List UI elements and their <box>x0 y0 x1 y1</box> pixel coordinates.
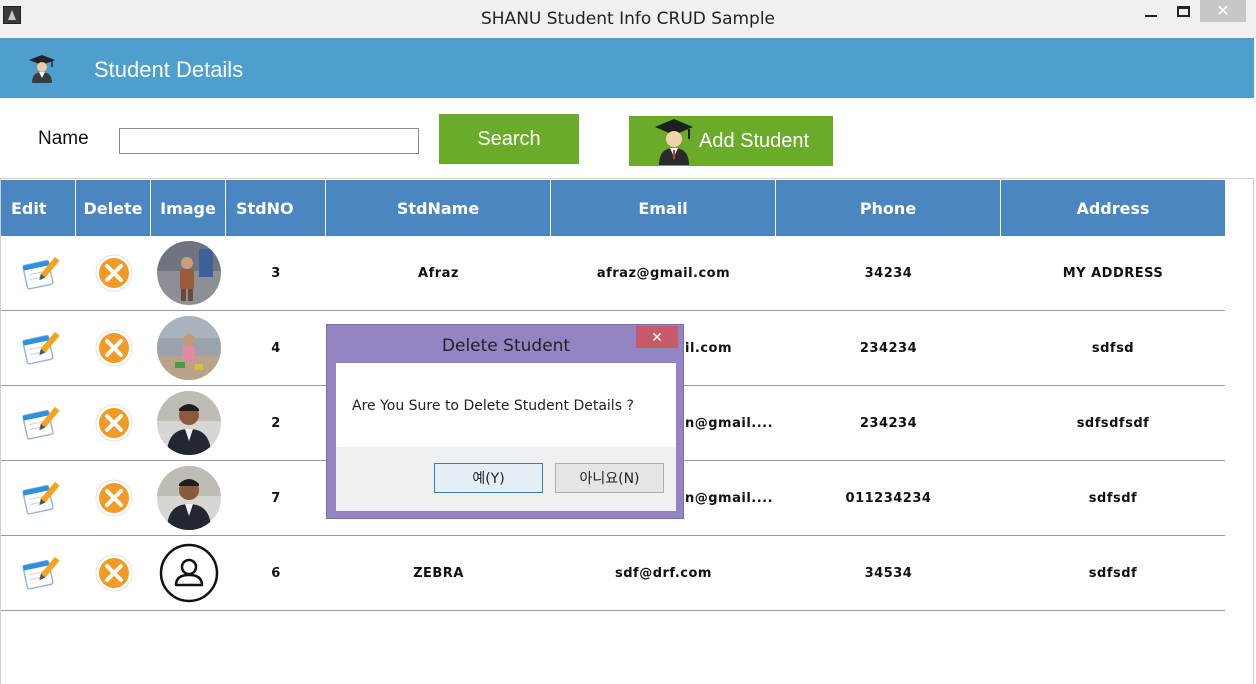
cell-phone: 34534 <box>864 565 913 581</box>
search-button[interactable]: Search <box>439 114 579 164</box>
dialog-title: Delete Student <box>441 336 571 356</box>
cell-email: sdf@drf.com <box>615 565 712 581</box>
col-header-image[interactable]: Image <box>151 180 226 236</box>
user-placeholder-icon <box>159 543 218 603</box>
edit-icon <box>21 256 60 290</box>
edit-icon <box>21 331 60 365</box>
delete-icon <box>95 479 132 517</box>
name-label: Name <box>38 128 89 149</box>
delete-icon <box>95 254 132 292</box>
col-header-delete[interactable]: Delete <box>76 180 151 236</box>
cell-phone: 234234 <box>859 415 918 431</box>
add-student-label: Add Student <box>699 129 810 152</box>
close-icon: ✕ <box>651 328 663 345</box>
cell-address: sdfsdf <box>1088 490 1138 506</box>
table-row: 6 ZEBRA sdf@drf.com 34534 sdfsdf <box>1 536 1225 611</box>
maximize-icon <box>1176 5 1190 17</box>
cell-stdno: 7 <box>271 490 281 506</box>
col-header-stdname[interactable]: StdName <box>326 180 551 236</box>
edit-icon <box>21 481 60 515</box>
name-search-input[interactable] <box>119 128 419 154</box>
delete-icon <box>95 404 132 442</box>
delete-button[interactable] <box>76 386 151 460</box>
dialog-message-area: Are You Sure to Delete Student Details ? <box>336 363 676 447</box>
dialog-yes-button[interactable]: 예(Y) <box>434 463 543 493</box>
minimize-button[interactable] <box>1136 0 1166 22</box>
col-header-stdno[interactable]: StdNO <box>226 180 326 236</box>
edit-button[interactable] <box>1 311 76 385</box>
student-photo <box>151 461 226 535</box>
edit-icon <box>21 556 60 590</box>
col-header-address[interactable]: Address <box>1001 180 1225 236</box>
edit-button[interactable] <box>1 386 76 460</box>
edit-button[interactable] <box>1 461 76 535</box>
close-icon: ✕ <box>1216 3 1230 20</box>
table-row: 3 Afraz afraz@gmail.com 34234 MY ADDRESS <box>1 236 1225 311</box>
delete-button[interactable] <box>76 536 151 610</box>
student-photo <box>151 311 226 385</box>
student-photo <box>151 536 226 610</box>
col-header-phone[interactable]: Phone <box>776 180 1001 236</box>
graduate-icon <box>655 119 693 165</box>
delete-button[interactable] <box>76 461 151 535</box>
cell-address: MY ADDRESS <box>1062 265 1164 281</box>
maximize-button[interactable] <box>1168 0 1198 22</box>
cell-email: afraz@gmail.com <box>596 265 731 281</box>
app-window: SHANU Student Info CRUD Sample ✕ Student… <box>0 0 1256 684</box>
close-button[interactable]: ✕ <box>1200 0 1246 22</box>
delete-button[interactable] <box>76 236 151 310</box>
title-bar: SHANU Student Info CRUD Sample ✕ <box>0 0 1256 38</box>
page-title: Student Details <box>94 57 244 82</box>
delete-button[interactable] <box>76 311 151 385</box>
cell-address: sdfsdfsdf <box>1076 415 1150 431</box>
cell-phone: 011234234 <box>845 490 932 506</box>
cell-stdname: ZEBRA <box>413 565 464 581</box>
window-title: SHANU Student Info CRUD Sample <box>480 9 776 29</box>
col-header-edit[interactable]: Edit <box>1 180 76 236</box>
edit-button[interactable] <box>1 236 76 310</box>
cell-address: sdfsd <box>1091 340 1135 356</box>
cell-stdno: 3 <box>271 265 281 281</box>
cell-address: sdfsdf <box>1088 565 1138 581</box>
photo-child-beach <box>156 316 221 380</box>
photo-man <box>156 391 221 455</box>
dialog-close-button[interactable]: ✕ <box>636 326 678 348</box>
cell-stdno: 4 <box>271 340 281 356</box>
delete-icon <box>95 554 132 592</box>
delete-icon <box>95 329 132 367</box>
cell-stdno: 6 <box>271 565 281 581</box>
cell-phone: 34234 <box>864 265 913 281</box>
cell-stdname: Afraz <box>418 265 459 281</box>
student-photo <box>151 236 226 310</box>
photo-child <box>156 241 221 305</box>
page-header: Student Details <box>0 38 1254 98</box>
edit-icon <box>21 406 60 440</box>
add-student-button[interactable]: Add Student <box>629 116 833 166</box>
dialog-no-button[interactable]: 아니요(N) <box>555 463 664 493</box>
grid-header: Edit Delete Image StdNO StdName Email Ph… <box>1 180 1225 236</box>
dialog-message: Are You Sure to Delete Student Details ? <box>352 398 634 414</box>
cell-stdno: 2 <box>271 415 281 431</box>
minimize-icon <box>1145 15 1157 17</box>
delete-confirm-dialog: Delete Student ✕ Are You Sure to Delete … <box>326 324 684 519</box>
col-header-email[interactable]: Email <box>551 180 776 236</box>
edit-button[interactable] <box>1 536 76 610</box>
dialog-body: Are You Sure to Delete Student Details ?… <box>336 363 676 511</box>
cell-phone: 234234 <box>859 340 918 356</box>
graduate-icon <box>29 55 55 83</box>
student-photo <box>151 386 226 460</box>
photo-man <box>156 466 221 530</box>
